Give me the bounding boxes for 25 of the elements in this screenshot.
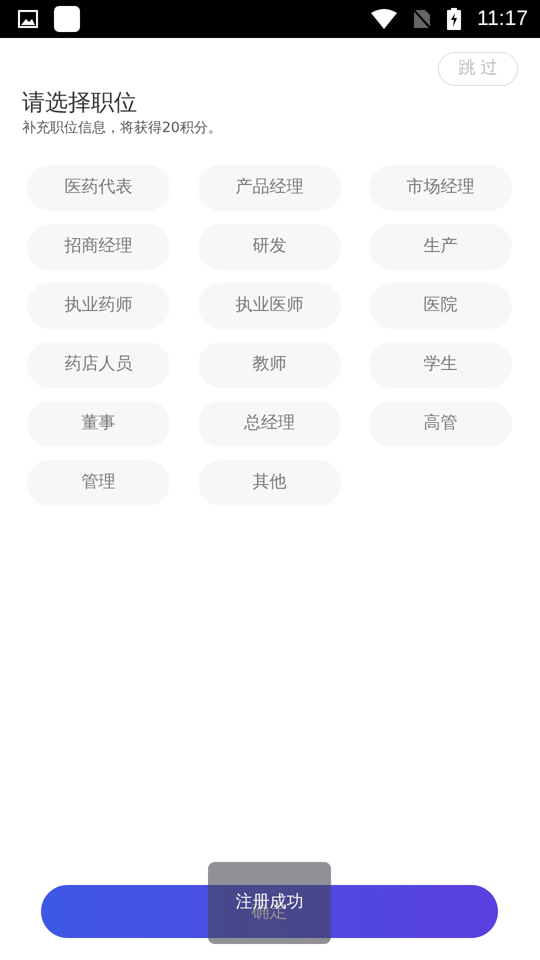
position-chip[interactable]: 执业医师 — [198, 282, 341, 329]
wifi-icon — [371, 9, 397, 29]
position-chip[interactable]: 医院 — [369, 282, 512, 329]
position-chip[interactable]: 市场经理 — [369, 164, 512, 211]
page-title: 请选择职位 — [22, 90, 138, 118]
clock: 11:17 — [477, 6, 528, 32]
position-chip[interactable]: 管理 — [27, 460, 170, 506]
position-chip[interactable]: 生产 — [369, 224, 512, 270]
position-chip[interactable]: 研发 — [198, 224, 341, 270]
app-icon — [54, 6, 80, 32]
position-chip[interactable]: 医药代表 — [27, 164, 170, 211]
subtitle: 补充职位信息，将获得20积分。 — [22, 118, 223, 138]
position-chip[interactable]: 高管 — [369, 400, 512, 447]
position-chip[interactable]: 产品经理 — [198, 164, 341, 211]
battery-icon — [447, 8, 461, 30]
image-icon — [18, 10, 38, 28]
position-chip[interactable]: 总经理 — [198, 400, 341, 447]
no-sim-icon — [413, 9, 431, 29]
position-chip[interactable]: 教师 — [198, 342, 341, 388]
position-chip[interactable]: 药店人员 — [27, 342, 170, 388]
position-chip[interactable]: 董事 — [27, 400, 170, 447]
position-chip[interactable]: 招商经理 — [27, 224, 170, 270]
position-chip[interactable]: 其他 — [198, 460, 341, 506]
position-chip[interactable]: 学生 — [369, 342, 512, 388]
position-chip[interactable]: 执业药师 — [27, 282, 170, 329]
